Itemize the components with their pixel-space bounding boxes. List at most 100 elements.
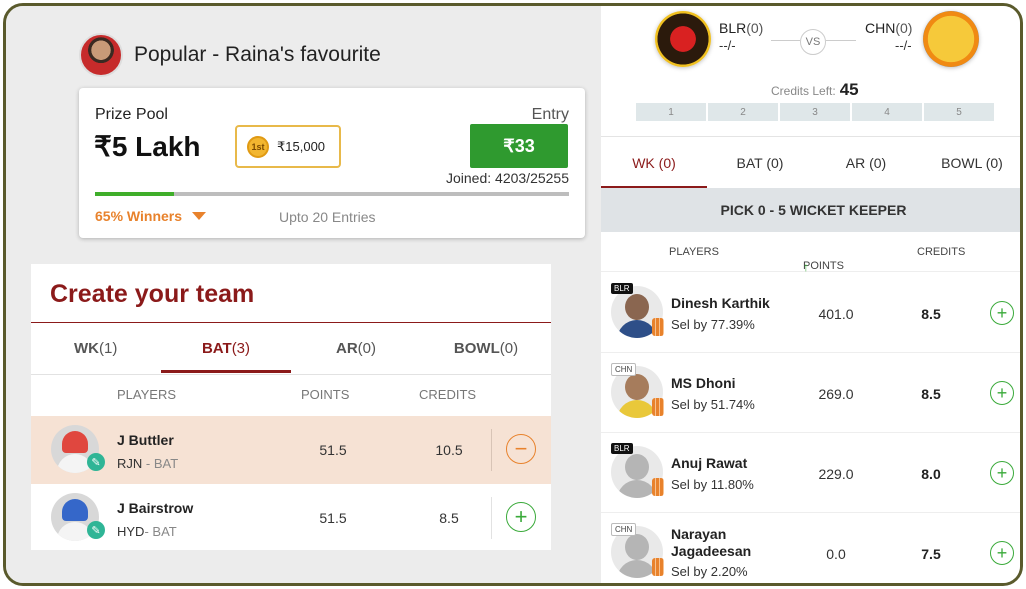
player-credits: 7.5 — [921, 546, 941, 562]
selected-by: Sel by 77.39% — [671, 317, 755, 332]
tab-wk[interactable]: WK (1) — [31, 323, 161, 373]
count-cell: 5 — [924, 103, 994, 121]
away-team-runs: --/- — [895, 38, 912, 53]
player-name: J Buttler — [117, 432, 174, 448]
entry-fee-button[interactable]: ₹33 — [470, 124, 568, 168]
team-role-tabs: WK (1) BAT (3) AR (0) BOWL (0) — [31, 323, 551, 373]
player-torso-shape — [617, 400, 657, 418]
home-team-name: BLR — [719, 20, 747, 36]
tab-ar-name: AR — [335, 339, 358, 357]
tab-ar-count: (0) — [357, 339, 376, 357]
player-head-shape — [625, 294, 649, 320]
add-player-button[interactable]: + — [990, 301, 1014, 325]
tab-bowl[interactable]: BOWL (0) — [421, 323, 551, 373]
chn-team-logo — [923, 11, 979, 67]
keeper-glove-icon — [652, 478, 664, 496]
list-item[interactable]: CHN Narayan Jagadeesan Sel by 2.20% 0.0 … — [601, 513, 1020, 583]
credits-header: CREDITS — [917, 246, 966, 258]
add-player-button[interactable]: + — [506, 502, 536, 532]
joined-progress-fill — [95, 192, 174, 196]
vs-badge: VS — [800, 29, 826, 55]
tab-ar[interactable]: AR (0) — [813, 137, 919, 189]
helmet-icon — [62, 499, 88, 521]
selected-by: Sel by 51.74% — [671, 397, 755, 412]
player-role: - BAT — [145, 456, 179, 471]
winners-label: 65% Winners — [95, 208, 183, 224]
player-list-headers: PLAYERS POINTS ↑ CREDITS — [601, 232, 1020, 274]
remove-player-button[interactable]: − — [506, 434, 536, 464]
player-credits: 8.0 — [921, 466, 941, 482]
player-team-code: HYD — [117, 524, 145, 539]
app-frame: Popular - Raina's favourite Prize Pool ₹… — [3, 3, 1023, 586]
first-prize-badge[interactable]: 1st ₹15,000 — [235, 125, 341, 168]
player-points: 0.0 — [826, 546, 846, 562]
winners-dropdown[interactable]: 65% Winners — [95, 208, 207, 224]
player-credits: 8.5 — [921, 306, 941, 322]
create-team-title: Create your team — [50, 280, 255, 308]
list-item[interactable]: BLR Dinesh Karthik Sel by 77.39% 401.0 8… — [601, 273, 1020, 353]
player-torso-shape — [617, 480, 657, 498]
tab-bat-count: (3) — [231, 339, 251, 357]
avatar — [79, 33, 123, 77]
tab-bowl-name: BOWL — [453, 339, 500, 357]
selected-by: Sel by 2.20% — [671, 564, 748, 579]
contest-header: Popular - Raina's favourite — [79, 33, 381, 77]
player-selection-panel: BLR(0) --/- VS CHN(0) --/- Credits Left:… — [601, 6, 1020, 583]
tab-bat[interactable]: BAT (3) — [161, 323, 291, 373]
keeper-glove-icon — [652, 318, 664, 336]
player-team: HYD- BAT — [117, 524, 177, 539]
tab-wk-count: (1) — [99, 339, 118, 357]
vs-divider-right — [826, 40, 856, 41]
team-column-headers: PLAYERS POINTS CREDITS — [31, 374, 551, 412]
player-points: 401.0 — [818, 306, 854, 322]
contest-title: Popular - Raina's favourite — [134, 43, 381, 66]
credits-left: Credits Left: 45 — [771, 80, 859, 100]
blr-team-logo — [655, 11, 711, 67]
tab-bowl[interactable]: BOWL (0) — [919, 137, 1020, 189]
player-points: 269.0 — [818, 386, 854, 402]
selection-count-bar: 1 2 3 4 5 — [636, 103, 994, 121]
table-row[interactable]: ✎ J Buttler RJN - BAT 51.5 10.5 − — [31, 416, 551, 484]
player-name: MS Dhoni — [671, 375, 736, 391]
player-role: - BAT — [144, 524, 177, 539]
caret-down-icon — [192, 212, 207, 220]
add-player-button[interactable]: + — [990, 381, 1014, 405]
entries-limit: Upto 20 Entries — [279, 209, 376, 225]
tab-ar[interactable]: AR (0) — [291, 323, 421, 373]
joined-count: Joined: 4203/25255 — [446, 170, 569, 186]
team-tag: BLR — [611, 443, 633, 454]
player-points: 51.5 — [319, 510, 347, 526]
tab-wk[interactable]: WK (0) — [601, 137, 707, 189]
prize-pool-amount: ₹5 Lakh — [94, 131, 201, 162]
player-name-first: Narayan — [671, 526, 727, 542]
joined-progress-bar — [95, 192, 569, 196]
prize-card[interactable]: Prize Pool ₹5 Lakh 1st ₹15,000 Entry ₹33… — [79, 88, 585, 238]
row-divider — [491, 497, 492, 539]
players-header: PLAYERS — [669, 246, 719, 258]
tab-bowl-count: (0) — [499, 339, 519, 357]
add-player-button[interactable]: + — [990, 541, 1014, 565]
team-tag: CHN — [611, 523, 637, 536]
count-cell: 4 — [852, 103, 922, 121]
player-name-last: Jagadeesan — [671, 543, 752, 559]
medal-icon: 1st — [247, 135, 269, 158]
role-tabs: WK (0) BAT (0) AR (0) BOWL (0) — [601, 136, 1020, 189]
tab-wk-name: WK — [74, 339, 99, 357]
player-head-shape — [625, 454, 649, 480]
player-name: Anuj Rawat — [671, 455, 748, 471]
entry-label: Entry — [531, 106, 569, 123]
tab-bat[interactable]: BAT (0) — [707, 137, 813, 189]
credits-left-value: 45 — [839, 80, 859, 99]
table-row[interactable]: ✎ J Bairstrow HYD- BAT 51.5 8.5 + — [31, 484, 551, 552]
player-credits: 10.5 — [435, 442, 463, 458]
add-player-button[interactable]: + — [990, 461, 1014, 485]
list-item[interactable]: CHN MS Dhoni Sel by 51.74% 269.0 8.5 + — [601, 353, 1020, 433]
row-divider — [491, 429, 492, 471]
home-team-score: (0) — [746, 20, 764, 36]
match-header: BLR(0) --/- VS CHN(0) --/- Credits Left:… — [601, 6, 1020, 126]
player-team: RJN - BAT — [117, 456, 178, 471]
player-credits: 8.5 — [921, 386, 941, 402]
selected-by: Sel by 11.80% — [671, 477, 754, 492]
list-item[interactable]: BLR Anuj Rawat Sel by 11.80% 229.0 8.0 + — [601, 433, 1020, 513]
count-cell: 2 — [708, 103, 778, 121]
